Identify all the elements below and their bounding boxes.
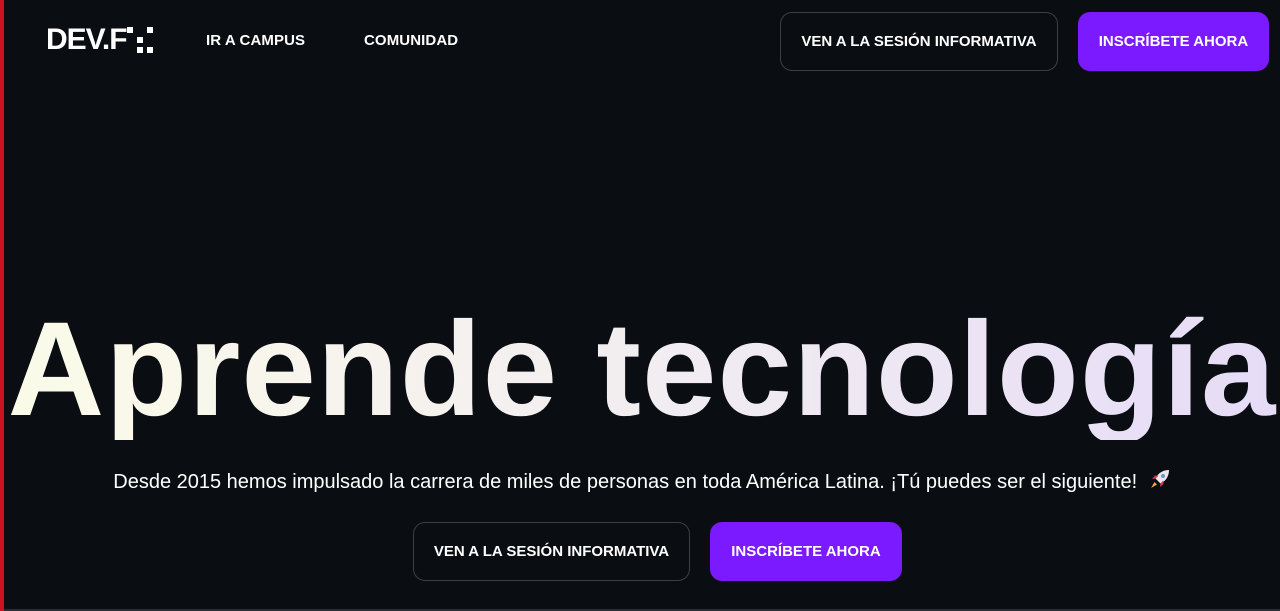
hero-info-session-button[interactable]: VEN A LA SESIÓN INFORMATIVA [413, 522, 690, 581]
nav-campus-link[interactable]: IR A CAMPUS [206, 32, 305, 50]
nav-comunidad-link[interactable]: COMUNIDAD [364, 32, 458, 50]
devf-logo[interactable]: DEV.F [46, 23, 153, 56]
hero-subtitle-text: Desde 2015 hemos impulsado la carrera de… [113, 471, 1138, 493]
logo-pixel-icon [126, 27, 153, 53]
rocket-icon [1150, 470, 1169, 488]
site-header: DEV.F IR A CAMPUS COMUNIDAD VEN A LA SES… [4, 0, 1280, 84]
hero-enroll-button[interactable]: INSCRÍBETE AHORA [710, 522, 902, 581]
header-info-session-button[interactable]: VEN A LA SESIÓN INFORMATIVA [780, 12, 1058, 71]
page: DEV.F IR A CAMPUS COMUNIDAD VEN A LA SES… [0, 0, 1280, 611]
logo-text: DEV.F [46, 23, 128, 56]
header-enroll-button[interactable]: INSCRÍBETE AHORA [1078, 12, 1269, 71]
hero-subtitle: Desde 2015 hemos impulsado la carrera de… [4, 468, 1280, 494]
hero-title: Aprende tecnología [4, 300, 1280, 440]
